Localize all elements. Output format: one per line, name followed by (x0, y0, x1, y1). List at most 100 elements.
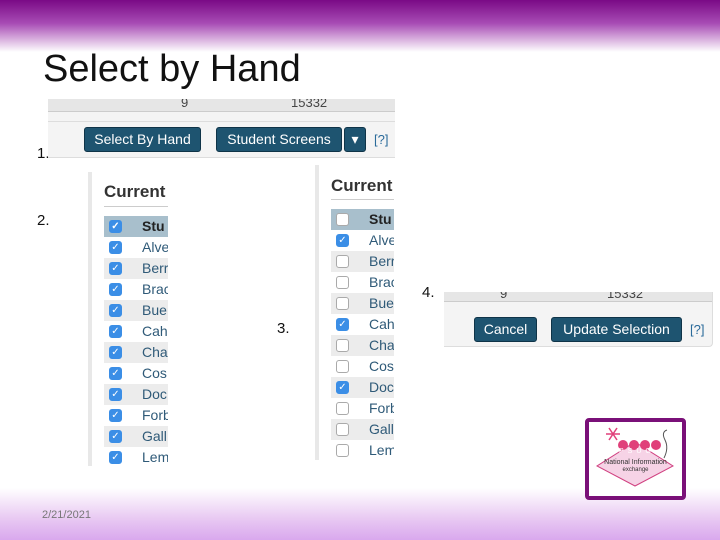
step4-screenshot: 9 15332 Cancel Update Selection [?] (444, 292, 713, 347)
student-name: Forb (142, 407, 168, 423)
table-row: ✓ Gall (104, 426, 168, 447)
table-row: ✓ Doc (331, 377, 394, 398)
student-name: Cos (369, 358, 394, 374)
student-name: Forb (369, 400, 394, 416)
table-row: ✓ Berr (104, 258, 168, 279)
student-name: Cha (142, 344, 168, 360)
checkbox[interactable]: ✓ (109, 304, 122, 317)
logo-line2: exchange (622, 467, 649, 473)
checkbox[interactable]: ✓ (109, 430, 122, 443)
table-row: ✓ Bue (104, 300, 168, 321)
chevron-down-icon[interactable]: ▾ (344, 127, 366, 152)
checkbox[interactable] (336, 444, 349, 457)
table-row: Brac (331, 272, 394, 293)
table-row: Bue (331, 293, 394, 314)
checkbox[interactable]: ✓ (109, 388, 122, 401)
student-name: Cha (369, 337, 394, 353)
checkbox[interactable] (336, 255, 349, 268)
table-row: Cos (331, 356, 394, 377)
step-2-label: 2. (37, 212, 50, 229)
student-name: Doc (369, 379, 394, 395)
slide-title: Select by Hand (43, 48, 301, 90)
student-name: Brac (369, 274, 394, 290)
checkbox[interactable]: ✓ (109, 367, 122, 380)
table-row: ✓ Alve (331, 230, 394, 251)
cell: 15332 (607, 292, 644, 301)
table-row: ✓ Forb (104, 405, 168, 426)
checkbox[interactable]: ✓ (336, 318, 349, 331)
table-heading: Current (331, 176, 393, 195)
step-4-label: 4. (422, 284, 435, 301)
checkbox[interactable] (336, 276, 349, 289)
student-name: Berr (369, 253, 394, 269)
checkbox[interactable]: ✓ (109, 451, 122, 464)
column-header: Stu (369, 211, 392, 227)
table-row: ✓ Cah (331, 314, 394, 335)
table-row: 9 15332 (48, 99, 395, 112)
checkbox[interactable] (336, 423, 349, 436)
select-by-hand-button[interactable]: Select By Hand (84, 127, 201, 152)
checkbox[interactable]: ✓ (109, 346, 122, 359)
student-name: Gall (142, 428, 167, 444)
student-name: Berr (142, 260, 168, 276)
header-band (0, 0, 720, 52)
table-header-row: Stu (331, 209, 394, 230)
table-row: ✓ Lem (104, 447, 168, 466)
student-name: Doc (142, 386, 167, 402)
table-row: ✓ Alve (104, 237, 168, 258)
checkbox[interactable] (336, 360, 349, 373)
checkbox[interactable] (336, 297, 349, 310)
logo-line1: National Information (604, 459, 667, 466)
logo-letters: PSUG (619, 448, 655, 455)
help-link[interactable]: [?] (374, 132, 388, 147)
table-row: Lem (331, 440, 394, 460)
step-3-label: 3. (277, 320, 290, 337)
table-row: Cha (331, 335, 394, 356)
checkbox[interactable]: ✓ (109, 220, 122, 233)
help-link[interactable]: [?] (690, 322, 704, 337)
student-name: Bue (142, 302, 167, 318)
checkbox[interactable]: ✓ (109, 283, 122, 296)
table-row: ✓ Doc (104, 384, 168, 405)
table-row: Forb (331, 398, 394, 419)
cell: 9 (500, 292, 508, 301)
cancel-button[interactable]: Cancel (474, 317, 537, 342)
student-screens-button[interactable]: Student Screens (216, 127, 342, 152)
table-row: ✓ Cha (104, 342, 168, 363)
checkbox[interactable]: ✓ (336, 381, 349, 394)
step3-table: Current Stu ✓ Alve Berr Brac Bue ✓ Cah Cha Cos ✓ Do… (315, 165, 394, 460)
student-name: Cah (369, 316, 394, 332)
table-heading: Current (104, 182, 166, 201)
cell: 15332 (291, 99, 328, 110)
checkbox[interactable]: ✓ (109, 241, 122, 254)
checkbox[interactable] (336, 213, 349, 226)
slide-date: 2/21/2021 (42, 509, 91, 521)
step1-screenshot: 9 15332 Select By Hand Student Screens ▾… (48, 99, 395, 158)
table-header-row: ✓ Stu (104, 216, 168, 237)
psug-logo: PSUG National Information exchange (585, 418, 686, 500)
checkbox[interactable]: ✓ (109, 325, 122, 338)
table-row: ✓ Cah (104, 321, 168, 342)
student-name: Lem (369, 442, 394, 458)
student-name: Cos (142, 365, 167, 381)
student-name: Gall (369, 421, 394, 437)
student-name: Brac (142, 281, 168, 297)
table-row: 9 15332 (444, 292, 712, 302)
student-name: Bue (369, 295, 394, 311)
cell: 9 (181, 99, 189, 110)
checkbox[interactable]: ✓ (109, 409, 122, 422)
table-row: ✓ Cos (104, 363, 168, 384)
student-name: Alve (369, 232, 394, 248)
column-header: Stu (142, 218, 165, 234)
checkbox[interactable] (336, 339, 349, 352)
student-name: Alve (142, 239, 168, 255)
student-name: Lem (142, 449, 168, 465)
checkbox[interactable]: ✓ (109, 262, 122, 275)
student-name: Cah (142, 323, 168, 339)
checkbox[interactable] (336, 402, 349, 415)
checkbox[interactable]: ✓ (336, 234, 349, 247)
update-selection-button[interactable]: Update Selection (551, 317, 682, 342)
table-row: Gall (331, 419, 394, 440)
table-row: Berr (331, 251, 394, 272)
table-row: ✓ Brac (104, 279, 168, 300)
